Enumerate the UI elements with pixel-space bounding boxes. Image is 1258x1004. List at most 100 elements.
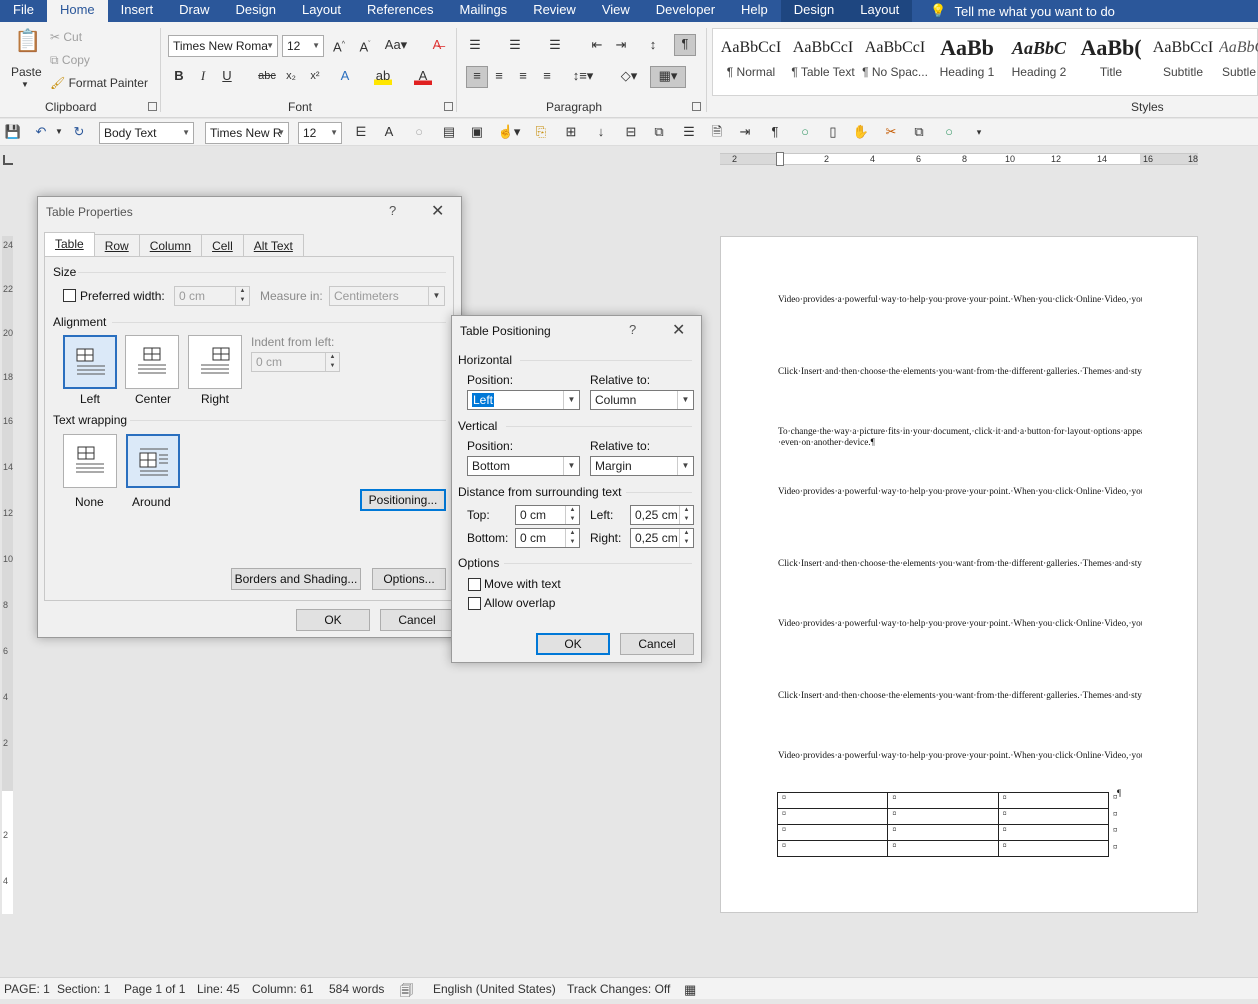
close-icon[interactable]: ✕ xyxy=(672,320,685,340)
show-formatting-marks-icon[interactable]: ¶ xyxy=(674,34,696,56)
multilevel-list-icon[interactable]: ☰ xyxy=(546,36,564,54)
tab-review[interactable]: Review xyxy=(520,0,589,22)
highlight-icon[interactable]: ab xyxy=(374,67,392,85)
tab-alt-text[interactable]: Alt Text xyxy=(242,234,304,256)
paragraph-launcher-icon[interactable] xyxy=(692,102,701,111)
bottom-distance-field[interactable]: 0 cm ▲ ▼ xyxy=(515,528,580,548)
tab-layout[interactable]: Layout xyxy=(289,0,354,22)
paste-icon[interactable]: 📋 xyxy=(14,30,41,60)
tab-home[interactable]: Home xyxy=(46,0,108,24)
positioning-button[interactable]: Positioning... xyxy=(360,489,446,511)
attach-icon[interactable]: ✋ xyxy=(852,123,870,141)
style-normal[interactable]: AaBbCcI ¶ Normal xyxy=(715,31,787,93)
customize-qat-icon[interactable]: ▾ xyxy=(970,123,988,141)
document-paragraph[interactable]: Video·provides·a·powerful·way·to·help·yo… xyxy=(778,486,1142,552)
sort-az-icon[interactable]: ↓ xyxy=(592,123,610,141)
change-case-icon[interactable]: Aa▾ xyxy=(384,36,408,54)
tab-file[interactable]: File xyxy=(0,0,47,22)
shading-icon[interactable]: ◇▾ xyxy=(614,67,644,85)
decrease-indent-icon[interactable]: ⇤ xyxy=(588,36,606,54)
split-cells-icon[interactable]: ⧉ xyxy=(650,123,668,141)
underline-icon[interactable]: U xyxy=(218,67,236,85)
tab-stop-icon[interactable]: ⋿ xyxy=(352,123,370,141)
sort-icon[interactable]: ↕ xyxy=(644,36,662,54)
table-icon[interactable]: ▤ xyxy=(440,123,458,141)
left-distance-field[interactable]: 0,25 cm ▲ ▼ xyxy=(630,505,694,525)
tab-insert[interactable]: Insert xyxy=(108,0,167,22)
strikethrough-icon[interactable]: abc xyxy=(258,67,276,85)
tab-table-design[interactable]: Design xyxy=(780,0,848,22)
text-a-icon[interactable]: A xyxy=(380,123,398,141)
style-heading-1[interactable]: AaBb Heading 1 xyxy=(931,31,1003,93)
italic-icon[interactable]: I xyxy=(194,67,212,85)
ruler-tab-selector-icon[interactable] xyxy=(3,155,13,165)
font-color-icon[interactable]: A xyxy=(414,67,432,85)
style-combo[interactable]: Body Text ▼ xyxy=(99,122,194,144)
touch-mode-icon[interactable]: ☝▾ xyxy=(494,123,524,141)
status-word-count[interactable]: 584 words xyxy=(329,982,384,996)
grow-font-icon[interactable]: A^ xyxy=(330,36,348,54)
increase-indent-icon[interactable]: ⇥ xyxy=(612,36,630,54)
borders-and-shading-button[interactable]: Borders and Shading... xyxy=(231,568,361,590)
align-center-option[interactable] xyxy=(125,335,179,389)
line-spacing-icon[interactable]: ↕≡▾ xyxy=(568,67,598,85)
justify-icon[interactable]: ≡ xyxy=(538,67,556,85)
undo-chevron-down-icon[interactable]: ▼ xyxy=(50,123,68,141)
preferred-width-field[interactable]: 0 cm ▲ ▼ xyxy=(174,286,250,306)
style-heading-2[interactable]: AaBbC Heading 2 xyxy=(1003,31,1075,93)
align-right-option[interactable] xyxy=(188,335,242,389)
style-subtle[interactable]: AaBbCcISubtle xyxy=(1219,31,1258,93)
table-cell[interactable]: ¤ xyxy=(997,808,1110,825)
style-subtitle[interactable]: AaBbCcI Subtitle xyxy=(1147,31,1219,93)
list-icon[interactable]: ☰ xyxy=(680,123,698,141)
tab-help[interactable]: Help xyxy=(728,0,781,22)
tab-row[interactable]: Row xyxy=(93,234,140,256)
status-line[interactable]: Line: 45 xyxy=(197,982,240,996)
table-cell[interactable]: ¤ xyxy=(776,808,889,825)
align-left-icon[interactable]: ≡ xyxy=(466,66,488,88)
move-with-text-checkbox[interactable] xyxy=(468,578,481,591)
font-size-combo[interactable]: 12 ▼ xyxy=(282,35,324,57)
tab-table[interactable]: Table xyxy=(44,232,95,256)
superscript-icon[interactable]: x² xyxy=(306,67,324,85)
document-paragraph[interactable]: Video·provides·a·powerful·way·to·help·yo… xyxy=(778,750,1142,783)
borders-icon[interactable]: ▦▾ xyxy=(650,66,686,88)
h-relative-select[interactable]: Column ▼ xyxy=(590,390,694,410)
table-cell[interactable]: ¤ xyxy=(997,840,1110,857)
folder-icon[interactable]: ⎘ xyxy=(532,123,550,141)
tab-design[interactable]: Design xyxy=(223,0,289,22)
help-icon[interactable]: ? xyxy=(629,322,636,337)
status-section[interactable]: Section: 1 xyxy=(57,982,110,996)
blank-page-icon[interactable]: ▯ xyxy=(824,123,842,141)
proofing-icon[interactable]: 🗐 xyxy=(400,982,413,1004)
preferred-width-checkbox[interactable] xyxy=(63,289,76,302)
horizontal-ruler[interactable]: 2 2 4 6 8 10 12 14 16 18 xyxy=(720,152,1198,166)
text-effects-icon[interactable]: A xyxy=(336,67,354,85)
save-icon[interactable]: 💾 xyxy=(4,123,22,141)
table-cell[interactable]: ¤ xyxy=(887,824,999,841)
status-page[interactable]: PAGE: 1 xyxy=(4,982,50,996)
tab-column[interactable]: Column xyxy=(138,234,203,256)
document-paragraph[interactable]: Video·provides·a·powerful·way·to·help·yo… xyxy=(778,618,1142,684)
table-cell[interactable]: ¤ xyxy=(776,792,889,809)
options-button[interactable]: Options... xyxy=(372,568,446,590)
export-icon[interactable]: ⇥ xyxy=(736,123,754,141)
document-page[interactable]: Video·provides·a·powerful·way·to·help·yo… xyxy=(720,236,1198,913)
table-cell[interactable]: ¤ xyxy=(887,792,999,809)
measure-in-select[interactable]: Centimeters ▼ xyxy=(329,286,445,306)
font-name-combo[interactable]: Times New Roma ▼ xyxy=(168,35,278,57)
style-no-spacing[interactable]: AaBbCcI ¶ No Spac... xyxy=(859,31,931,93)
redo-icon[interactable]: ↻ xyxy=(70,123,88,141)
cut-button[interactable]: ✂ Cut xyxy=(50,30,82,44)
shrink-font-icon[interactable]: Aˇ xyxy=(356,36,374,54)
align-table-icon[interactable]: ⊟ xyxy=(622,123,640,141)
qat-font-combo[interactable]: Times New R ▼ xyxy=(205,122,289,144)
status-column[interactable]: Column: 61 xyxy=(252,982,313,996)
v-relative-select[interactable]: Margin ▼ xyxy=(590,456,694,476)
ok-button[interactable]: OK xyxy=(296,609,370,631)
table-cell[interactable]: ¤ xyxy=(997,792,1110,809)
document-paragraph[interactable]: Click·Insert·and·then·choose·the·element… xyxy=(778,690,1142,745)
align-right-icon[interactable]: ≡ xyxy=(514,67,532,85)
tab-table-layout[interactable]: Layout xyxy=(847,0,913,22)
green-circle-icon-2[interactable]: ○ xyxy=(940,123,958,141)
